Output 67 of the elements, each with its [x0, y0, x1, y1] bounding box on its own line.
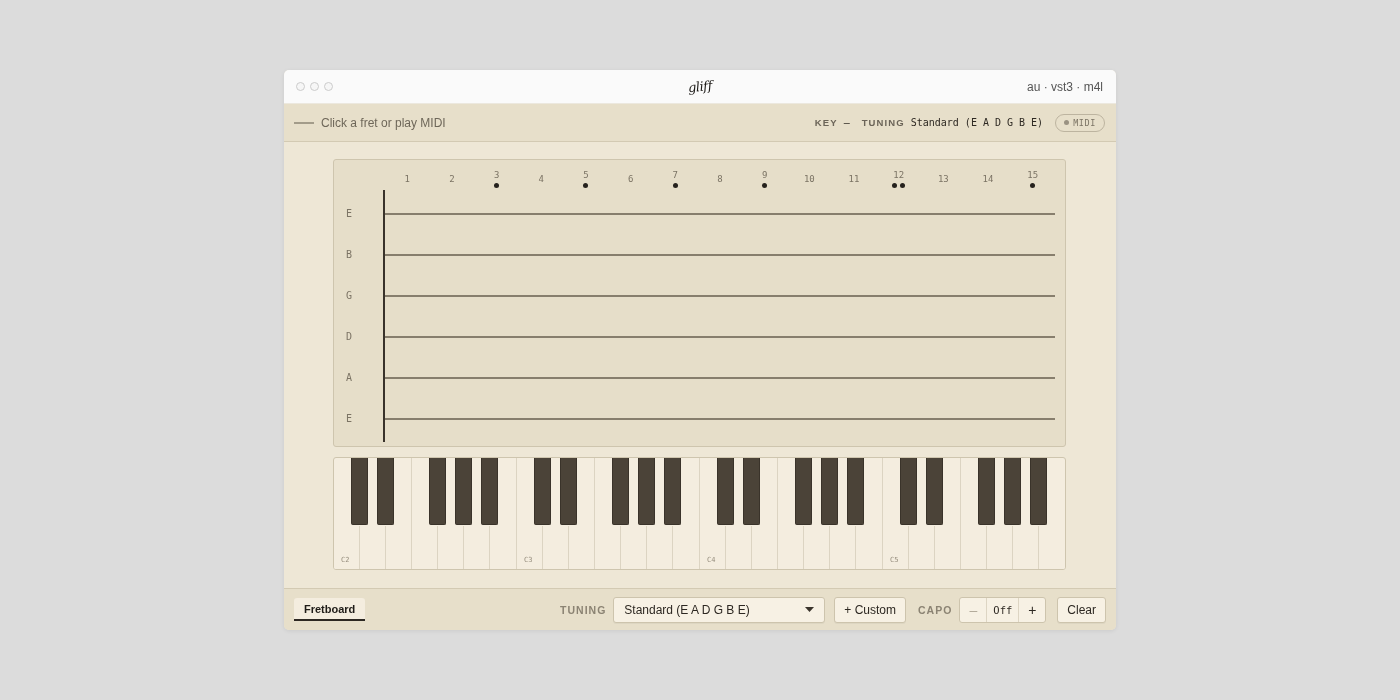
accidental-key[interactable]: [664, 458, 681, 525]
string-label: E: [346, 413, 353, 424]
capo-value: Off: [986, 597, 1020, 622]
caret-icon: [805, 607, 815, 612]
fret-number: 3: [493, 169, 500, 180]
accidental-key[interactable]: [900, 458, 917, 525]
fret-number: 11: [848, 173, 860, 184]
string-label: G: [346, 290, 353, 301]
accidental-key[interactable]: [795, 458, 812, 525]
accidental-key[interactable]: [377, 458, 394, 525]
accidental-key[interactable]: [821, 458, 838, 525]
increment-button[interactable]: +: [1019, 597, 1046, 622]
plugin-formats: au · vst3 · m4l: [1026, 79, 1103, 94]
string-label: B: [346, 249, 353, 260]
fret-number: 15: [1027, 169, 1039, 180]
window-maximize-button[interactable]: [324, 82, 333, 91]
accidental-key[interactable]: [847, 458, 864, 525]
string-label: D: [346, 331, 353, 342]
accidental-key[interactable]: [717, 458, 734, 525]
fret-number: 12: [893, 169, 905, 180]
accidental-key[interactable]: [455, 458, 472, 525]
fret-number: 13: [937, 173, 949, 184]
tuning-label: TUNING: [560, 603, 607, 616]
capo-label: CAPO: [918, 603, 953, 616]
fret-number: 7: [672, 169, 679, 180]
accidental-key[interactable]: [926, 458, 943, 525]
accidental-key[interactable]: [429, 458, 446, 525]
fret-number: 14: [982, 173, 994, 184]
window-minimize-button[interactable]: [310, 82, 319, 91]
readout-label: KEY: [814, 117, 838, 128]
readout-value: –: [843, 117, 850, 128]
readout-label: TUNING: [861, 117, 905, 128]
dash-icon: [294, 121, 314, 124]
accidental-key[interactable]: [534, 458, 551, 525]
accidental-key[interactable]: [978, 458, 995, 525]
accidental-key[interactable]: [1004, 458, 1021, 525]
guitar-string[interactable]: [385, 376, 1055, 379]
guitar-string[interactable]: [385, 417, 1055, 420]
fret-number: 9: [761, 169, 768, 180]
accidental-key[interactable]: [481, 458, 498, 525]
accidental-key[interactable]: [560, 458, 577, 525]
guitar-string[interactable]: [385, 335, 1055, 338]
readout-value: Standard (E A D G B E): [910, 117, 1044, 128]
fret-number: 5: [583, 169, 589, 180]
string-label: E: [346, 208, 353, 219]
app-logo: gliff: [686, 77, 713, 96]
fret-number: 4: [538, 173, 545, 184]
window-close-button[interactable]: [296, 82, 305, 91]
accidental-key[interactable]: [638, 458, 655, 525]
tuning-select[interactable]: Standard (E A D G B E): [613, 596, 826, 623]
accidental-key[interactable]: [1030, 458, 1047, 525]
fret-number: 1: [404, 173, 411, 184]
string-label: A: [346, 372, 353, 383]
accidental-key[interactable]: [612, 458, 629, 525]
fret-number: 6: [627, 173, 634, 184]
guitar-string[interactable]: [385, 253, 1055, 256]
accidental-key[interactable]: [743, 458, 760, 525]
guitar-string[interactable]: [385, 212, 1055, 215]
view-tab[interactable]: Fretboard: [294, 598, 366, 621]
hint-text: Click a fret or play MIDI: [321, 115, 446, 130]
accidental-key[interactable]: [351, 458, 368, 525]
fret-number: 2: [449, 173, 455, 184]
custom-tuning-button[interactable]: + Custom: [834, 596, 906, 623]
fret-number: 8: [717, 173, 723, 184]
clear-button[interactable]: Clear: [1057, 596, 1106, 623]
guitar-string[interactable]: [385, 294, 1055, 297]
fret-number: 10: [803, 173, 815, 184]
